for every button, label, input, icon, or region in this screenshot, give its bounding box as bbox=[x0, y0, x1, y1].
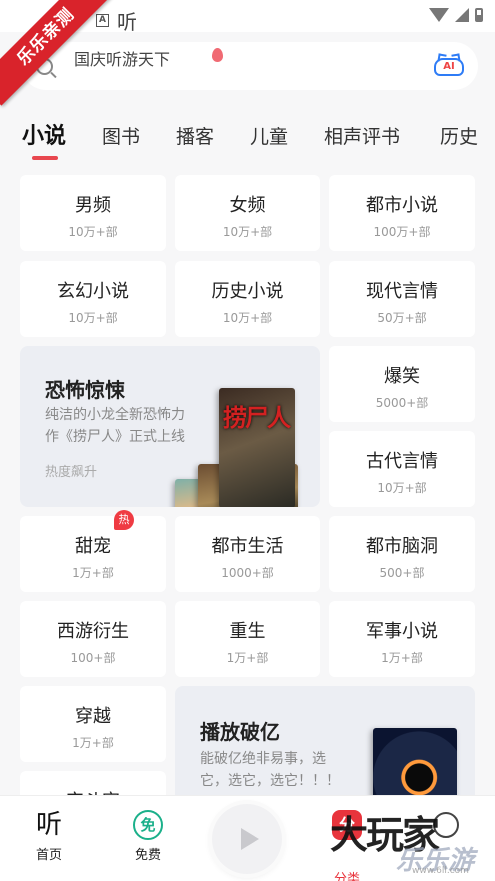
category-count: 100万+部 bbox=[373, 225, 431, 239]
category-title: 男频 bbox=[75, 195, 111, 216]
category-title: 古代言情 bbox=[366, 451, 438, 472]
category-title: 西游衍生 bbox=[57, 621, 129, 642]
status-bar-left: A 听 bbox=[96, 6, 137, 35]
hot-badge: 热 bbox=[114, 510, 134, 530]
category-count: 1万+部 bbox=[226, 651, 269, 665]
feature-heat-label: 热度飙升 bbox=[45, 465, 98, 480]
cover-title: 捞尸人 bbox=[223, 404, 291, 432]
category-count: 10万+部 bbox=[222, 311, 273, 325]
category-count: 10万+部 bbox=[377, 481, 427, 495]
feature-title: 恐怖惊悚 bbox=[45, 378, 125, 402]
book-cover-main: 捞尸人 bbox=[219, 388, 295, 507]
category-card-time-travel[interactable]: 穿越 1万+部 bbox=[20, 686, 166, 762]
category-card-female[interactable]: 女频 10万+部 bbox=[175, 175, 320, 251]
nav-home-label: 首页 bbox=[35, 848, 62, 863]
tab-crosstalk[interactable]: 相声评书 bbox=[324, 122, 400, 149]
category-count: 10万+部 bbox=[68, 225, 118, 239]
category-count: 100+部 bbox=[70, 651, 116, 665]
category-card-urban[interactable]: 都市小说 100万+部 bbox=[329, 175, 475, 251]
category-title: 玄幻小说 bbox=[57, 281, 129, 302]
feature-desc-line1: 纯洁的小龙全新恐怖力 bbox=[45, 407, 185, 423]
tab-novel[interactable]: 小说 bbox=[22, 118, 66, 150]
category-count: 1万+部 bbox=[381, 651, 423, 665]
category-card-history[interactable]: 历史小说 10万+部 bbox=[175, 261, 320, 337]
ai-assistant-icon[interactable]: AI bbox=[434, 58, 464, 76]
nav-home[interactable]: 听 首页 bbox=[19, 810, 79, 863]
category-card-military[interactable]: 军事小说 1万+部 bbox=[329, 601, 475, 677]
category-title: 都市生活 bbox=[211, 536, 284, 557]
category-card-modern-romance[interactable]: 现代言情 50万+部 bbox=[329, 261, 475, 337]
app-notification-icon: A bbox=[96, 14, 109, 27]
status-bar-right bbox=[429, 8, 483, 22]
tab-books[interactable]: 图书 bbox=[102, 122, 140, 149]
feature-desc-line1: 能破亿绝非易事，选 bbox=[200, 751, 326, 767]
category-card-funny[interactable]: 爆笑 5000+部 bbox=[329, 346, 475, 422]
category-count: 5000+部 bbox=[375, 396, 429, 410]
category-count: 50万+部 bbox=[377, 311, 427, 325]
feature-card-horror[interactable]: 恐怖惊悚 纯洁的小龙全新恐怖力 作《捞尸人》正式上线 热度飙升 捞尸人 bbox=[20, 346, 320, 507]
search-bar[interactable]: 国庆听游天下 AI bbox=[22, 42, 478, 90]
category-card-sweet[interactable]: 甜宠 1万+部 热 bbox=[20, 510, 166, 592]
tab-kids[interactable]: 儿童 bbox=[250, 122, 288, 149]
tab-history[interactable]: 历史 bbox=[440, 122, 478, 149]
category-title: 穿越 bbox=[75, 706, 111, 727]
category-title: 重生 bbox=[229, 621, 266, 642]
category-card-rebirth[interactable]: 重生 1万+部 bbox=[175, 601, 320, 677]
category-title: 都市小说 bbox=[366, 195, 438, 216]
ting-notification-icon: 听 bbox=[117, 10, 137, 34]
battery-icon bbox=[475, 8, 483, 22]
category-title: 爆笑 bbox=[384, 366, 420, 387]
category-count: 500+部 bbox=[379, 566, 425, 580]
active-tab-indicator bbox=[32, 156, 58, 160]
tab-podcast[interactable]: 播客 bbox=[176, 122, 214, 149]
fire-icon bbox=[212, 48, 223, 62]
nav-free[interactable]: 免 免费 bbox=[118, 810, 178, 863]
category-card-ancient-romance[interactable]: 古代言情 10万+部 bbox=[329, 431, 475, 507]
home-icon: 听 bbox=[35, 810, 62, 840]
free-icon: 免 bbox=[133, 810, 163, 840]
category-count: 10万+部 bbox=[68, 311, 118, 325]
feature-desc-line2: 它，选它，选它！！！ bbox=[200, 773, 340, 789]
category-tabs: 小说 图书 播客 儿童 相声评书 历史 bbox=[0, 118, 495, 166]
category-count: 1万+部 bbox=[72, 736, 114, 750]
category-count: 10万+部 bbox=[222, 225, 273, 239]
category-title: 都市脑洞 bbox=[366, 536, 438, 557]
category-count: 1000+部 bbox=[221, 566, 274, 580]
category-title: 现代言情 bbox=[366, 281, 438, 302]
category-card-fantasy[interactable]: 玄幻小说 10万+部 bbox=[20, 261, 166, 337]
category-card-male[interactable]: 男频 10万+部 bbox=[20, 175, 166, 251]
wifi-icon bbox=[429, 8, 449, 22]
feature-desc-line2: 作《捞尸人》正式上线 bbox=[45, 429, 185, 445]
category-card-journey-west[interactable]: 西游衍生 100+部 bbox=[20, 601, 166, 677]
category-title: 甜宠 bbox=[75, 536, 111, 557]
signal-icon bbox=[455, 8, 469, 22]
category-count: 1万+部 bbox=[72, 566, 114, 580]
watermark-url: www.6ll.com bbox=[412, 866, 469, 876]
nav-free-label: 免费 bbox=[134, 848, 161, 863]
category-title: 历史小说 bbox=[211, 281, 284, 302]
search-placeholder: 国庆听游天下 bbox=[74, 50, 171, 69]
play-button[interactable] bbox=[212, 804, 282, 874]
category-card-urban-life[interactable]: 都市生活 1000+部 bbox=[175, 516, 320, 592]
category-card-urban-fantasy[interactable]: 都市脑洞 500+部 bbox=[329, 516, 475, 592]
category-title: 女频 bbox=[229, 195, 266, 216]
nav-category-label: 分类 bbox=[333, 872, 360, 881]
category-title: 军事小说 bbox=[366, 621, 438, 642]
feature-title: 播放破亿 bbox=[200, 720, 280, 744]
